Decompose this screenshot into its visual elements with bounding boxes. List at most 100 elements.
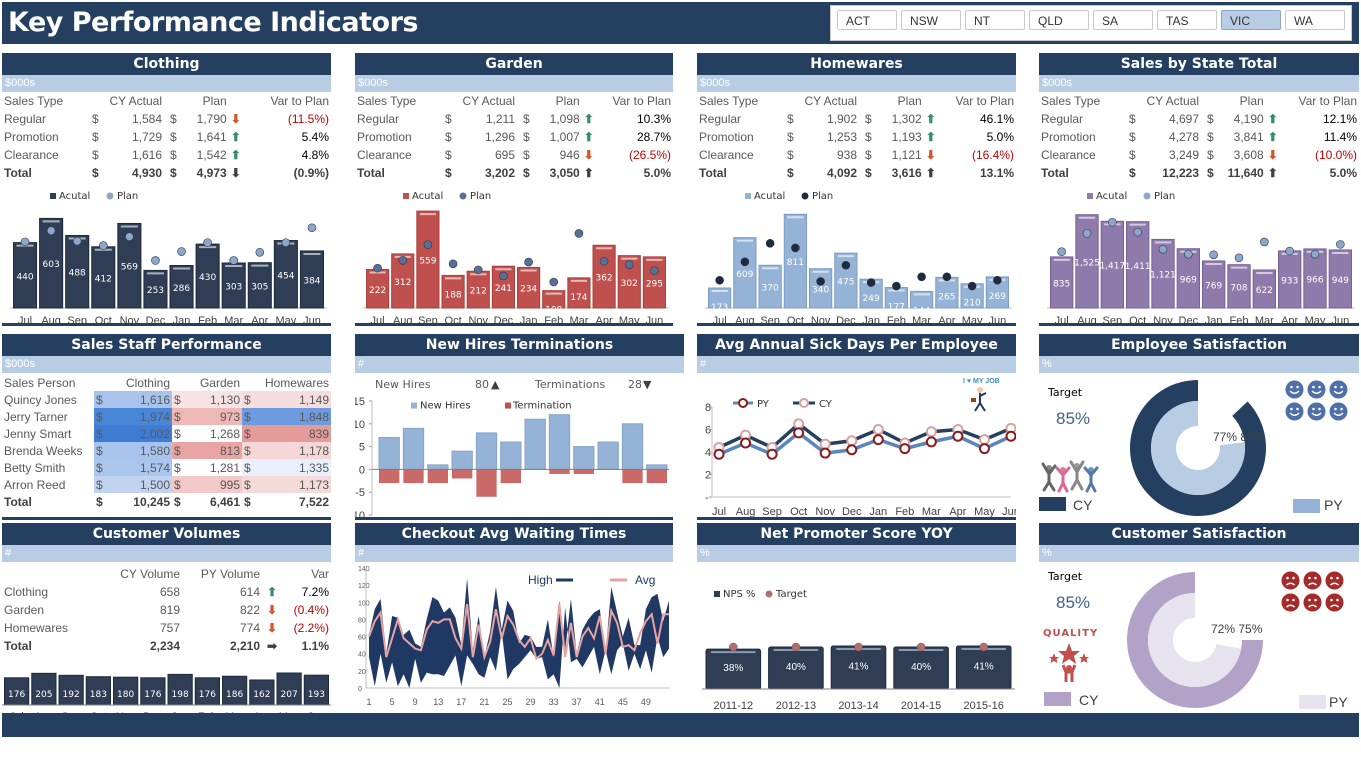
legend-label-high: High xyxy=(528,573,553,587)
sales-table: Sales Type CY Actual Plan Var to Plan Regula… xyxy=(355,92,673,182)
plan-marker xyxy=(1336,240,1345,249)
state-button-wa[interactable]: WA xyxy=(1285,10,1345,30)
series-marker-py xyxy=(952,430,964,442)
bar-value-label: 835 xyxy=(1053,279,1070,289)
cy-actual: 1,616 xyxy=(131,148,162,162)
state-button-qld[interactable]: QLD xyxy=(1029,10,1089,30)
plan: 3,050 xyxy=(549,166,580,180)
plan-marker xyxy=(1057,247,1066,257)
y-tick-label: 0 xyxy=(359,464,365,476)
state-button-vic[interactable]: VIC xyxy=(1221,10,1281,30)
currency: $ xyxy=(174,494,181,509)
x-tick-label: 29 xyxy=(526,697,536,707)
bar-value-label: 180 xyxy=(117,690,134,700)
right-arrow-icon: ➡ xyxy=(266,639,278,653)
series-marker-py xyxy=(766,448,778,460)
footer-bar xyxy=(2,713,1359,737)
sales-type: Total xyxy=(4,166,32,180)
x-tick-label: Sep xyxy=(762,506,782,517)
currency: $ xyxy=(172,459,186,476)
total-row: Total $3,202 $3,050 ⬆ 5.0% xyxy=(355,164,673,182)
sales-type: Promotion xyxy=(1041,130,1096,144)
homewares-value: 1,848 xyxy=(256,408,331,425)
bar-value-label: 454 xyxy=(277,271,294,281)
target-marker xyxy=(791,642,801,652)
state-button-tas[interactable]: TAS xyxy=(1157,10,1217,30)
plan-marker xyxy=(967,281,977,291)
panel-unit: # xyxy=(355,356,684,373)
x-tick-label: 45 xyxy=(618,697,628,707)
donut-label: 72% 75% xyxy=(1211,622,1263,636)
panel-unit: $000s xyxy=(2,356,331,373)
state-button-sa[interactable]: SA xyxy=(1093,10,1153,30)
py-volume: 614 xyxy=(239,585,260,599)
x-tick-label: 1 xyxy=(366,697,371,707)
down-arrow-icon: ⬇ xyxy=(266,603,278,617)
bar-termination xyxy=(427,469,448,484)
cy-actual: 1,211 xyxy=(485,112,515,126)
currency: $ xyxy=(445,148,452,162)
state-button-nt[interactable]: NT xyxy=(965,10,1025,30)
var-to-plan: (11.5%) xyxy=(287,112,329,126)
currency: $ xyxy=(523,148,530,162)
state-button-nsw[interactable]: NSW xyxy=(901,10,961,30)
panel-unit: # xyxy=(355,545,673,562)
plan-marker xyxy=(72,236,82,246)
monthly-chart-state_monthly: Acutal Plan 835 1,525 1,417 1,4111,121 969 769 7… xyxy=(1039,191,1359,326)
legend-swatch-actual xyxy=(1087,193,1093,199)
checkout-panel: Checkout Avg Waiting Times # 140 120 100 80… xyxy=(355,523,673,717)
up-arrow-icon: ⬆ xyxy=(1267,112,1278,126)
column-header xyxy=(1266,92,1280,110)
currency: $ xyxy=(96,494,103,509)
state-button-act[interactable]: ACT xyxy=(837,10,897,30)
py-volume: 774 xyxy=(239,621,260,635)
bar-value-label: 603 xyxy=(43,260,60,270)
panel-unit: % xyxy=(1039,356,1359,373)
bar-value-label: 302 xyxy=(621,279,638,289)
cy-actual: 1,253 xyxy=(826,130,857,144)
sad-faces xyxy=(1281,571,1347,612)
bar-value-label: 198 xyxy=(172,690,189,700)
currency: $ xyxy=(94,459,108,476)
currency: $ xyxy=(170,112,177,126)
plan: 1,098 xyxy=(549,112,580,126)
sales-type: Total xyxy=(357,166,385,180)
series-marker-cy xyxy=(872,424,884,435)
donut-py-arc xyxy=(1148,593,1242,687)
series-marker-py xyxy=(846,444,858,456)
plan-marker xyxy=(650,266,659,276)
target-marker xyxy=(916,642,926,652)
column-header xyxy=(262,565,282,583)
plan-marker xyxy=(255,247,265,257)
legend-label-actual: Acutal xyxy=(754,191,785,202)
column-header: Plan xyxy=(1239,94,1264,108)
bar-value-label: 253 xyxy=(147,286,164,296)
sales-person: Arron Reed xyxy=(4,477,66,492)
panel-title: Customer Satisfaction xyxy=(1039,523,1359,545)
legend-label-actual: Acutal xyxy=(412,191,443,202)
column-header: Var to Plan xyxy=(270,94,329,108)
donut-cy-arc xyxy=(1127,572,1263,708)
bar-new-hires xyxy=(475,432,498,470)
bar-termination xyxy=(379,469,400,484)
y-tick-label: 8 xyxy=(705,402,711,414)
currency: $ xyxy=(242,476,256,493)
staff-table: Sales Person Clothing Garden Homewares Quinc… xyxy=(2,374,331,510)
bar-value-label: 933 xyxy=(1281,276,1298,286)
bar-value-label: 205 xyxy=(35,690,52,700)
sales-panel-sales-by-state-total: Sales by State Total $000s Sales Type CY Ac… xyxy=(1039,53,1359,182)
panel-unit: $000s xyxy=(2,75,331,92)
currency: $ xyxy=(170,148,177,162)
currency: $ xyxy=(242,425,256,442)
y-tick-label: - xyxy=(705,492,709,504)
plan-marker xyxy=(473,265,483,275)
chart-legend: Acutal Plan xyxy=(1087,191,1175,202)
smiley-face-icon xyxy=(1329,380,1348,399)
up-triangle-icon: ▲ xyxy=(491,378,500,391)
sales-type: Promotion xyxy=(699,130,754,144)
currency: $ xyxy=(92,148,99,162)
column-header: Var xyxy=(311,567,329,581)
bar-value-label: 412 xyxy=(95,274,112,284)
i-love-my-job-badge: I ♥ MY JOB xyxy=(963,378,1000,385)
bar-value-label: 177 xyxy=(888,303,905,313)
